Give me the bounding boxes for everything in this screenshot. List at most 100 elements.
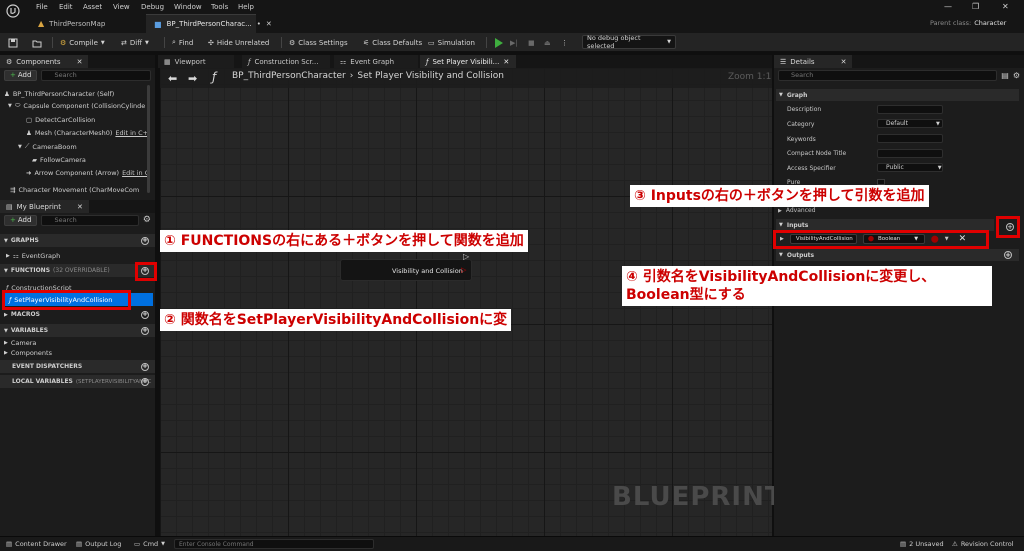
menu-window[interactable]: Window xyxy=(174,3,202,11)
class-defaults-button[interactable]: ⚟ Class Defaults xyxy=(363,33,422,52)
component-row-self[interactable]: ♟ BP_ThirdPersonCharacter (Self) xyxy=(4,88,114,99)
add-variable-button[interactable]: + xyxy=(141,326,149,335)
close-icon[interactable]: ✕ xyxy=(77,58,83,66)
minimize-icon[interactable]: — xyxy=(944,2,952,11)
menu-view[interactable]: View xyxy=(113,3,130,11)
menu-asset[interactable]: Asset xyxy=(83,3,102,11)
add-component-button[interactable]: + Add xyxy=(4,69,38,81)
tab-event-graph[interactable]: ⚏ Event Graph xyxy=(334,55,418,68)
component-row-charactermovement[interactable]: ⇶ Character Movement (CharMoveCom xyxy=(10,184,139,195)
output-log-button[interactable]: ▤ Output Log xyxy=(76,537,121,551)
find-button[interactable]: ⌕ Find xyxy=(172,33,193,52)
add-output-button[interactable]: + xyxy=(1004,251,1012,259)
exec-pin-icon[interactable]: ▷ xyxy=(463,252,469,261)
tab-set-player-visibility[interactable]: ƒ Set Player Visibili... ✕ xyxy=(420,55,516,68)
component-row-arrow[interactable]: ➜ Arrow Component (Arrow) Edit in C xyxy=(26,167,149,178)
graphs-section-header[interactable]: ▼ GRAPHS + xyxy=(0,234,155,247)
advanced-row[interactable]: ▶ Advanced xyxy=(778,207,816,214)
component-row-followcamera[interactable]: ▰ FollowCamera xyxy=(32,154,86,165)
play-options-button[interactable]: ⋮ xyxy=(561,33,568,52)
close-icon[interactable]: ✕ xyxy=(841,58,847,66)
functions-section-header[interactable]: ▼ FUNCTIONS (32 OVERRIDABLE) + xyxy=(0,264,155,277)
class-settings-button[interactable]: ⚙ Class Settings xyxy=(289,33,348,52)
keywords-field[interactable] xyxy=(877,134,943,143)
menu-file[interactable]: File xyxy=(36,3,48,11)
forward-arrow-icon[interactable]: ➡ xyxy=(188,72,197,85)
tab-thirdpersonmap[interactable]: ▲ ThirdPersonMap xyxy=(30,14,113,33)
menu-edit[interactable]: Edit xyxy=(59,3,73,11)
content-drawer-button[interactable]: ▤ Content Drawer xyxy=(6,537,67,551)
advance-frame-button[interactable]: ▶| xyxy=(510,33,518,52)
add-macro-button[interactable]: + xyxy=(141,310,149,319)
unreal-logo-icon[interactable] xyxy=(6,4,20,18)
variables-section-header[interactable]: ▼ VARIABLES + xyxy=(0,324,155,337)
diff-button[interactable]: ⇄ Diff ▼ xyxy=(121,33,149,52)
close-icon[interactable]: ✕ xyxy=(77,203,83,211)
chevron-down-icon[interactable]: ▼ xyxy=(8,103,12,109)
stop-button[interactable]: ■ xyxy=(528,33,535,52)
event-dispatchers-section-header[interactable]: EVENT DISPATCHERS + xyxy=(0,360,155,373)
components-search-input[interactable] xyxy=(41,69,151,81)
edit-in-cpp-link[interactable]: Edit in C xyxy=(122,169,149,177)
menu-debug[interactable]: Debug xyxy=(141,3,164,11)
chevron-down-icon[interactable]: ▼ xyxy=(18,144,22,150)
maximize-icon[interactable]: ❐ xyxy=(972,2,979,11)
components-scrollbar[interactable] xyxy=(147,85,150,193)
parent-class-value[interactable]: Character xyxy=(974,19,1006,27)
add-local-variable-button[interactable]: + xyxy=(141,377,149,386)
back-arrow-icon[interactable]: ⬅ xyxy=(168,72,177,85)
unsaved-indicator[interactable]: ▤ 2 Unsaved xyxy=(900,537,944,551)
my-blueprint-search-input[interactable] xyxy=(41,214,139,226)
boolean-pin-icon[interactable]: ▷ xyxy=(461,266,466,274)
tab-my-blueprint[interactable]: ▤ My Blueprint ✕ xyxy=(0,200,89,213)
tab-bp-thirdpersoncharacter[interactable]: ■ BP_ThirdPersonCharac... • ✕ xyxy=(146,14,272,33)
annotation-step-4: ④ 引数名をVisibilityAndCollisionに変更し、 Boolea… xyxy=(622,266,992,306)
variable-category-components[interactable]: ▶ Components xyxy=(4,347,52,358)
component-row-cameraboom[interactable]: ▼ ⟋ CameraBoom xyxy=(18,141,77,152)
cmd-dropdown[interactable]: ▭ Cmd ▼ xyxy=(134,537,165,551)
access-specifier-dropdown[interactable]: Public ▼ xyxy=(877,163,943,172)
gear-icon[interactable]: ⚙ xyxy=(1013,71,1020,80)
tab-components[interactable]: ⚙ Components ✕ xyxy=(0,55,89,68)
close-icon[interactable]: ✕ xyxy=(503,58,509,66)
simulation-button[interactable]: ▭ Simulation xyxy=(428,33,475,52)
graph-section-header[interactable]: ▼ Graph xyxy=(776,89,1019,101)
menu-help[interactable]: Help xyxy=(238,3,254,11)
component-row-mesh[interactable]: ♟ Mesh (CharacterMesh0) Edit in C+ xyxy=(26,127,148,138)
function-entry-node[interactable]: ▷ Visibility and Collision ▷ xyxy=(340,252,472,281)
browse-icon[interactable] xyxy=(32,33,42,52)
outputs-section-label: Outputs xyxy=(786,251,815,259)
edit-in-cpp-link[interactable]: Edit in C+ xyxy=(115,129,148,137)
breadcrumb-root[interactable]: BP_ThirdPersonCharacter xyxy=(232,71,346,81)
description-field[interactable] xyxy=(877,105,943,114)
category-dropdown[interactable]: Default ▼ xyxy=(877,119,943,128)
close-window-icon[interactable]: ✕ xyxy=(1002,2,1009,11)
tab-details[interactable]: ☰ Details ✕ xyxy=(774,55,853,68)
revision-control-button[interactable]: ⚠ Revision Control xyxy=(952,537,1014,551)
tab-viewport[interactable]: ▦ Viewport xyxy=(158,55,234,68)
add-member-button[interactable]: + Add xyxy=(4,214,38,226)
play-button[interactable] xyxy=(494,33,504,52)
add-graph-button[interactable]: + xyxy=(141,236,149,245)
property-matrix-icon[interactable]: ▤ xyxy=(1001,71,1009,80)
debug-object-dropdown[interactable]: No debug object selected ▼ xyxy=(582,34,676,50)
outputs-section-header[interactable]: ▼ Outputs + xyxy=(776,249,1019,261)
local-variables-section-header[interactable]: LOCAL VARIABLES (SETPLAYERVISIBILITYANDC… xyxy=(0,375,155,388)
details-search-input[interactable] xyxy=(778,69,998,81)
tab-construction-script[interactable]: ƒ Construction Scr... xyxy=(242,55,330,68)
menu-tools[interactable]: Tools xyxy=(211,3,228,11)
compact-node-title-field[interactable] xyxy=(877,149,943,158)
sliders-icon: ⚟ xyxy=(363,38,370,47)
component-row-capsule[interactable]: ▼ ⬭ Capsule Component (CollisionCylinde xyxy=(8,100,145,111)
graph-row-eventgraph[interactable]: ▶ ⚏ EventGraph xyxy=(6,250,60,261)
eject-button[interactable]: ⏏ xyxy=(544,33,551,52)
gear-icon[interactable]: ⚙ xyxy=(143,215,151,225)
chevron-down-icon[interactable]: ▼ xyxy=(101,40,105,46)
console-command-input[interactable] xyxy=(174,539,374,549)
close-icon[interactable]: ✕ xyxy=(266,20,272,28)
component-row-detectcarcollision[interactable]: ▢ DetectCarCollision xyxy=(26,114,95,125)
hide-unrelated-button[interactable]: ✣ Hide Unrelated xyxy=(208,33,269,52)
save-icon[interactable] xyxy=(8,33,18,52)
compile-button[interactable]: ⚙ Compile ▼ xyxy=(60,33,105,52)
add-event-dispatcher-button[interactable]: + xyxy=(141,362,149,371)
